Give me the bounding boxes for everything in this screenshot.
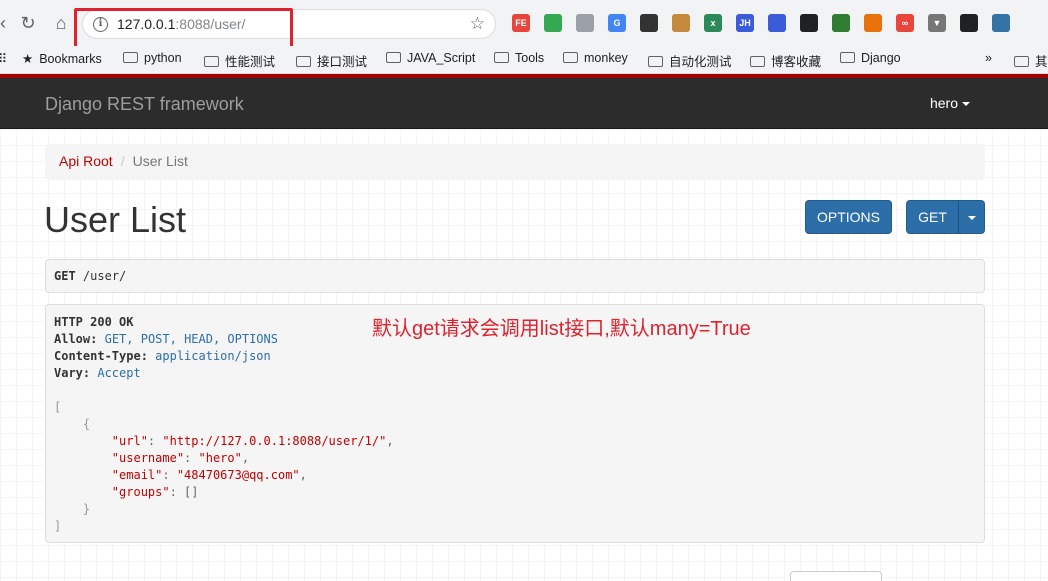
bookmarks-bar: ⠿ ★ Bookmarks python 性能测试 接口测试 JAVA_Scrip… xyxy=(0,46,1048,74)
chat-icon[interactable] xyxy=(960,14,978,32)
qr-icon[interactable] xyxy=(800,14,818,32)
brand-link[interactable]: Django REST framework xyxy=(45,94,244,115)
breadcrumb-separator: / xyxy=(120,153,125,169)
get-button[interactable]: GET xyxy=(906,200,959,234)
recycle-icon[interactable] xyxy=(576,14,594,32)
navbar: Django REST framework hero xyxy=(0,78,1048,129)
partial-button[interactable] xyxy=(790,571,882,581)
vary-header-key: Vary: xyxy=(54,366,91,380)
globe-icon[interactable] xyxy=(832,14,850,32)
json-username-value: "hero" xyxy=(198,451,242,465)
python-icon[interactable] xyxy=(992,14,1010,32)
folder-icon xyxy=(123,52,138,63)
bookmark-api-test[interactable]: 接口测试 xyxy=(296,51,367,70)
bookmark-python[interactable]: python xyxy=(123,51,182,65)
jh-icon[interactable]: JH xyxy=(736,14,754,32)
bookmark-bookmarks[interactable]: ★ Bookmarks xyxy=(22,51,102,66)
json-url-value[interactable]: "http://127.0.0.1:8088/user/1/" xyxy=(162,434,386,448)
folder-icon xyxy=(494,52,509,63)
allow-header-value: GET, POST, HEAD, OPTIONS xyxy=(104,332,278,346)
xpath-icon[interactable]: x xyxy=(704,14,722,32)
allow-header-key: Allow: xyxy=(54,332,98,346)
content-type-header-key: Content-Type: xyxy=(54,349,148,363)
caret-down-icon xyxy=(967,216,976,221)
cookie-icon[interactable] xyxy=(672,14,690,32)
mascot-icon[interactable] xyxy=(864,14,882,32)
bookmark-other[interactable]: 其 xyxy=(1014,51,1048,70)
bookmark-automation[interactable]: 自动化测试 xyxy=(648,51,732,70)
fe-icon[interactable]: FE xyxy=(512,14,530,32)
json-groups-value: [] xyxy=(184,485,199,499)
star-icon: ★ xyxy=(22,52,34,66)
get-format-dropdown[interactable] xyxy=(958,200,985,234)
folder-icon xyxy=(296,56,311,67)
folder-icon xyxy=(648,56,663,67)
leaf-icon[interactable] xyxy=(544,14,562,32)
folder-icon xyxy=(1014,56,1029,67)
bookmark-blogs[interactable]: 博客收藏 xyxy=(750,51,821,70)
options-button[interactable]: OPTIONS xyxy=(805,200,892,234)
folder-icon xyxy=(204,56,219,67)
request-path: /user/ xyxy=(82,269,127,283)
user-menu[interactable]: hero xyxy=(930,95,970,111)
response-status: HTTP 200 OK xyxy=(54,315,134,329)
chart-icon[interactable] xyxy=(640,14,658,32)
breadcrumb-current: User List xyxy=(132,153,188,169)
request-info: GET /user/ xyxy=(45,259,985,293)
grid-icon[interactable] xyxy=(768,14,786,32)
page-title: User List xyxy=(44,199,187,240)
breadcrumb-api-root[interactable]: Api Root xyxy=(59,153,113,169)
caret-down-icon xyxy=(962,102,970,107)
folder-icon xyxy=(563,52,578,63)
content-type-header-value: application/json xyxy=(155,349,271,363)
breadcrumb: Api Root / User List xyxy=(45,144,985,180)
annotation-text: 默认get请求会调用list接口,默认many=True xyxy=(372,318,751,340)
apps-icon[interactable]: ⠿ xyxy=(0,51,7,66)
response-body: [ { "url": "http://127.0.0.1:8088/user/1… xyxy=(54,400,394,533)
folder-icon xyxy=(750,56,765,67)
bookmark-django[interactable]: Django xyxy=(840,51,901,65)
home-icon[interactable]: ⌂ xyxy=(50,12,72,34)
bookmark-monkey[interactable]: monkey xyxy=(563,51,628,65)
json-email-value: "48470673@qq.com" xyxy=(176,468,300,482)
bookmark-tools[interactable]: Tools xyxy=(494,51,544,65)
vary-header-value: Accept xyxy=(97,366,141,380)
folder-icon xyxy=(386,52,401,63)
folder-icon xyxy=(840,52,855,63)
request-method: GET xyxy=(54,269,76,283)
bookmark-javascript[interactable]: JAVA_Script xyxy=(386,51,475,65)
reload-icon[interactable]: ↻ xyxy=(17,12,39,34)
bookmarks-more[interactable]: » xyxy=(985,51,992,65)
infinity-icon[interactable]: ∞ xyxy=(896,14,914,32)
translate-icon[interactable]: G xyxy=(608,14,626,32)
bookmark-star-icon[interactable]: ☆ xyxy=(470,14,485,34)
back-icon[interactable]: ‹ xyxy=(0,12,14,34)
vue-icon[interactable]: ▼ xyxy=(928,14,946,32)
bookmark-perf-test[interactable]: 性能测试 xyxy=(204,51,275,70)
